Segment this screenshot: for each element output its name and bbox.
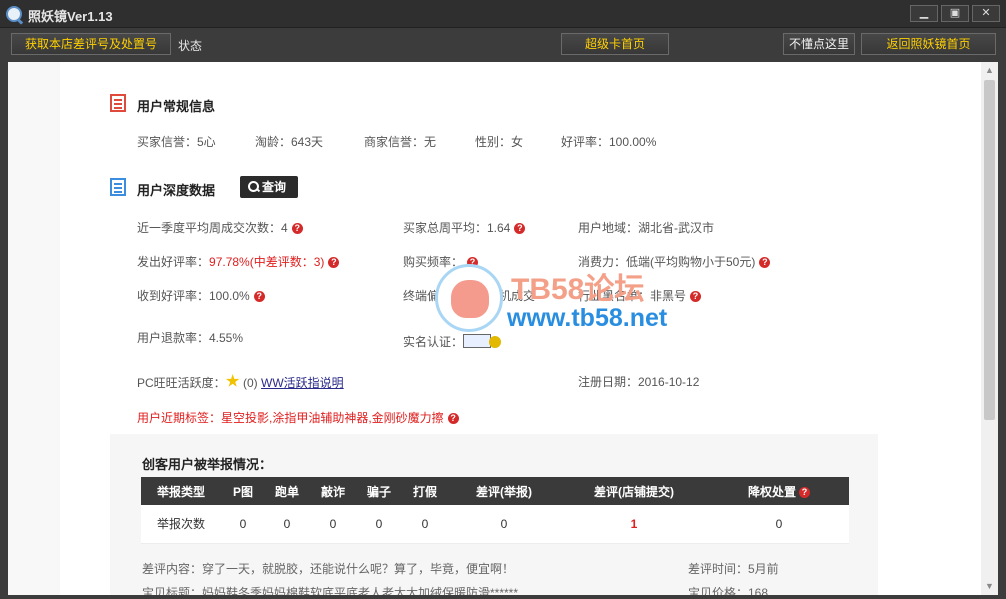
deep-data-title: 用户深度数据: [137, 183, 216, 198]
help-icon[interactable]: ?: [799, 486, 810, 498]
status-label: 状态: [178, 39, 203, 53]
table-header-row: 举报类型 P图 跑单 敲诈 骗子 打假 差评(举报) 差评(店铺提交) 降权处置…: [141, 477, 849, 505]
cell-value-highlight: 1: [559, 505, 709, 544]
help-icon[interactable]: ?: [328, 257, 340, 268]
buy-freq-label: 购买频率：: [403, 255, 464, 269]
recv-good-label: 收到好评率：100.0%: [137, 289, 250, 303]
industry-blacklist: 行业黑名单：非黑号?: [578, 287, 702, 304]
help-button[interactable]: 不懂点这里: [783, 33, 855, 55]
main-content: 用户常规信息 买家信誉：5心 淘龄：643天 商家信誉：无 性别：女 好评率：1…: [60, 62, 928, 595]
help-icon[interactable]: ?: [759, 257, 771, 268]
scroll-up-arrow-icon[interactable]: ▲: [981, 62, 998, 79]
window-title: 照妖镜Ver1.13: [28, 9, 113, 24]
table-row: 举报次数 0 0 0 0 0 0 1 0: [141, 505, 849, 544]
left-gutter: [8, 62, 60, 595]
cell-value: 0: [265, 505, 309, 544]
basic-info-title: 用户常规信息: [137, 99, 216, 114]
title-bar: 照妖镜Ver1.13 ▁ ▣ ✕: [0, 0, 1006, 28]
document-icon: [110, 178, 126, 196]
product-price: 宝贝价格：168: [688, 586, 769, 595]
blacklist-label: 行业黑名单：非黑号: [578, 289, 687, 303]
id-verified-icon: [463, 332, 503, 350]
super-card-home-button[interactable]: 超级卡首页: [561, 33, 669, 55]
star-icon: [225, 374, 240, 387]
back-home-button[interactable]: 返回照妖镜首页: [861, 33, 996, 55]
tags-text: 用户近期标签：星空投影,涂指甲油辅助神器,金刚砂魔力擦: [137, 411, 444, 425]
consume-label: 消费力：低端(平均购物小于50元): [578, 255, 756, 269]
buyer-weekly-avg: 买家总周平均：1.64?: [403, 219, 526, 236]
quarter-avg-label: 近一季度平均周成交次数：4: [137, 221, 288, 235]
close-button[interactable]: ✕: [972, 5, 1000, 22]
realname-label: 实名认证：: [403, 335, 464, 349]
cell-value: 0: [221, 505, 265, 544]
col-report-type: 举报类型: [141, 477, 221, 505]
cell-value: 0: [449, 505, 559, 544]
user-region: 用户地域：湖北省-武汉市: [578, 221, 714, 235]
col-anti-fake: 打假: [401, 477, 449, 505]
maximize-button[interactable]: ▣: [941, 5, 969, 22]
scroll-thumb[interactable]: [984, 80, 995, 420]
product-title: 宝贝标题：妈妈鞋冬季妈妈棉鞋软底平底老人老太太加绒保暖防滑******: [142, 586, 519, 595]
buyer-credit: 买家信誉：5心: [137, 135, 216, 149]
query-button-label: 查询: [262, 180, 287, 194]
bad-review-content: 差评内容：穿了一天，就脱胶，还能说什么呢？算了，毕竟，便宜啊！: [142, 562, 515, 576]
col-demotion: 降权处置?: [709, 477, 849, 505]
seller-credit: 商家信誉：无: [364, 135, 437, 149]
taobao-age: 淘龄：643天: [255, 135, 324, 149]
col-scammer: 骗子: [357, 477, 401, 505]
register-date: 注册日期：2016-10-12: [578, 375, 700, 389]
report-section: 创客用户被举报情况： 举报类型 P图 跑单 敲诈 骗子 打假 差评(举报) 差评…: [110, 434, 878, 595]
col-extortion: 敲诈: [309, 477, 357, 505]
user-recent-tags: 用户近期标签：星空投影,涂指甲油辅助神器,金刚砂魔力擦?: [137, 409, 459, 426]
user-card-icon: [110, 94, 126, 112]
content-frame: 用户常规信息 买家信誉：5心 淘龄：643天 商家信誉：无 性别：女 好评率：1…: [8, 62, 998, 595]
quarter-avg-weekly: 近一季度平均周成交次数：4?: [137, 219, 303, 236]
report-table: 举报类型 P图 跑单 敲诈 骗子 打假 差评(举报) 差评(店铺提交) 降权处置…: [141, 477, 849, 544]
buyer-weekly-label: 买家总周平均：1.64: [403, 221, 511, 235]
bad-review-time: 差评时间：5月前: [688, 562, 779, 576]
pc-wangwang-activity: PC旺旺活跃度： (0) WW活跃指说明: [137, 374, 344, 391]
sent-good-value: 97.78%(中差评数：3): [209, 255, 325, 269]
minimize-button[interactable]: ▁: [910, 5, 938, 22]
gender: 性别：女: [475, 135, 524, 149]
col-runaway: 跑单: [265, 477, 309, 505]
ww-activity-help-link[interactable]: WW活跃指说明: [261, 376, 344, 390]
query-button[interactable]: 查询: [240, 176, 298, 198]
sent-good-rate: 发出好评率：97.78%(中差评数：3)?: [137, 253, 340, 270]
cell-value: 0: [401, 505, 449, 544]
good-rate: 好评率：100.00%: [561, 135, 657, 149]
toolbar: 获取本店差评号及处置号 状态 超级卡首页 不懂点这里 返回照妖镜首页: [0, 28, 1006, 60]
col-demotion-label: 降权处置: [747, 484, 796, 499]
report-title: 创客用户被举报情况：: [142, 457, 273, 472]
device-preference: 终端偏好：98%手机成交: [403, 289, 536, 303]
get-bad-review-button[interactable]: 获取本店差评号及处置号: [11, 33, 171, 55]
help-icon[interactable]: ?: [690, 291, 702, 302]
scroll-down-arrow-icon[interactable]: ▼: [981, 578, 998, 595]
pc-active-label: PC旺旺活跃度：: [137, 376, 226, 390]
col-bad-review-shop: 差评(店铺提交): [559, 477, 709, 505]
help-icon[interactable]: ?: [447, 413, 459, 424]
refund-rate: 用户退款率：4.55%: [137, 331, 244, 345]
app-magnifier-icon: [6, 6, 22, 22]
received-good-rate: 收到好评率：100.0%?: [137, 287, 265, 304]
col-bad-review-report: 差评(举报): [449, 477, 559, 505]
help-icon[interactable]: ?: [467, 257, 479, 268]
vertical-scrollbar[interactable]: ▲ ▼: [981, 62, 998, 595]
cell-value: 0: [709, 505, 849, 544]
buy-frequency: 购买频率：?: [403, 253, 479, 270]
cell-value: 0: [309, 505, 357, 544]
help-icon[interactable]: ?: [291, 223, 303, 234]
sent-good-label: 发出好评率：: [137, 255, 210, 269]
real-name-auth: 实名认证：: [403, 332, 503, 350]
help-icon[interactable]: ?: [253, 291, 265, 302]
col-p-image: P图: [221, 477, 265, 505]
row-label: 举报次数: [141, 505, 221, 544]
consume-power: 消费力：低端(平均购物小于50元)?: [578, 253, 771, 270]
cell-value: 0: [357, 505, 401, 544]
help-icon[interactable]: ?: [514, 223, 526, 234]
pc-active-value: (0): [243, 376, 258, 390]
watermark-url: www.tb58.net: [507, 304, 668, 332]
